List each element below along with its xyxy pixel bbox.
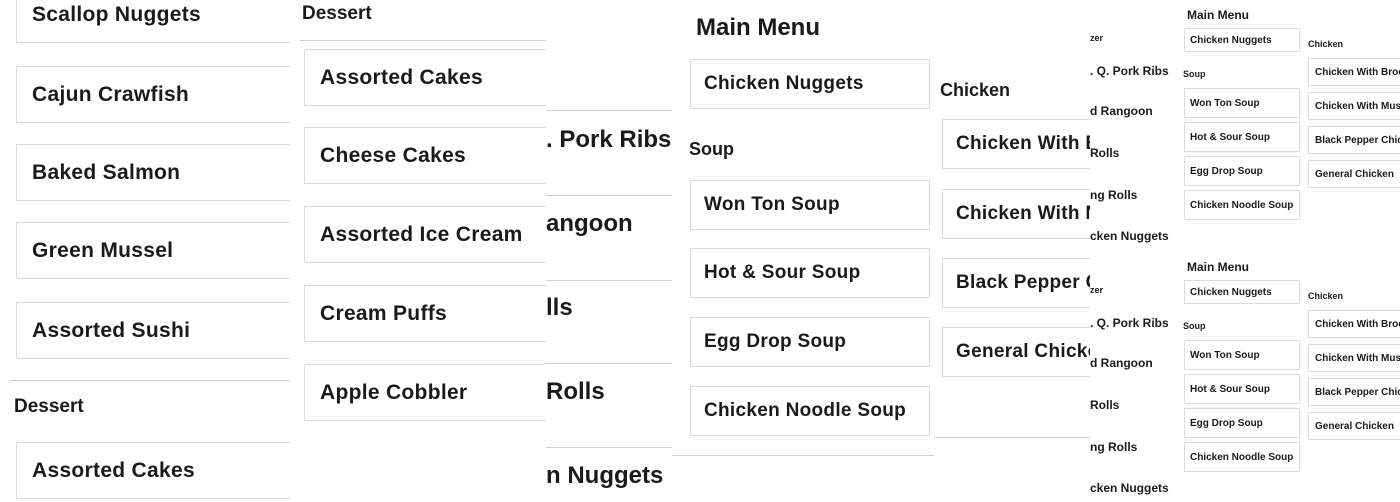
divider (300, 40, 546, 41)
menu-item[interactable]: Assorted Sushi (16, 302, 300, 359)
menu-item[interactable]: Cajun Crawfish (16, 66, 300, 123)
menu-item[interactable]: Cheese Cakes (304, 127, 546, 184)
menu-item[interactable]: General Chicken (1308, 412, 1400, 440)
divider (10, 380, 300, 381)
page-title: Main Menu (1187, 260, 1249, 274)
menu-item[interactable]: Chicken Noodle Soup (690, 386, 930, 436)
menu-item[interactable]: d Rangoon (1090, 356, 1178, 370)
menu-item[interactable]: . Q. Pork Ribs (1090, 316, 1178, 330)
menu-item[interactable]: Hot & Sour Soup (1184, 374, 1300, 404)
section-heading-soup: Soup (1183, 69, 1206, 79)
menu-item[interactable]: Assorted Cakes (304, 49, 546, 106)
section-heading-soup: Soup (689, 139, 734, 159)
menu-item[interactable]: n Nuggets (546, 462, 663, 490)
menu-item[interactable]: General Chicken (1308, 160, 1400, 188)
menu-item[interactable]: Chicken Nuggets (1184, 280, 1300, 304)
menu-item[interactable]: Assorted Cakes (16, 442, 300, 499)
menu-panel-thumbnail: Main Menu zer . Q. Pork Ribs d Rangoon R… (1090, 0, 1400, 250)
menu-item[interactable]: . Pork Ribs (546, 126, 671, 154)
menu-item[interactable]: cken Nuggets (1090, 229, 1178, 243)
section-heading-chicken: Chicken (1308, 39, 1344, 49)
menu-item[interactable]: cken Nuggets (1090, 481, 1178, 495)
menu-item[interactable]: Assorted Ice Cream (304, 206, 546, 263)
menu-item[interactable]: Chicken With Broc (1308, 58, 1400, 86)
menu-item[interactable]: Chicken Nuggets (1184, 28, 1300, 52)
menu-item[interactable]: Won Ton Soup (690, 180, 930, 230)
menu-panel-chicken: Chicken Chicken With B Chicken With M Bl… (934, 0, 1090, 500)
menu-item[interactable]: Chicken Nuggets (690, 59, 930, 109)
menu-item[interactable]: Chicken With Mush (1308, 344, 1400, 372)
menu-item[interactable]: Chicken With M (942, 189, 1090, 239)
menu-panel-appetizer-cropped: . Pork Ribs angoon lls Rolls n Nuggets (546, 0, 672, 500)
menu-item[interactable]: Rolls (1090, 398, 1178, 412)
menu-item[interactable]: Green Mussel (16, 222, 300, 279)
section-heading-dessert: Dessert (14, 396, 84, 417)
divider (546, 280, 672, 281)
menu-item[interactable]: Black Pepper C (942, 258, 1090, 308)
divider (546, 195, 672, 196)
menu-item[interactable]: d Rangoon (1090, 104, 1178, 118)
menu-item[interactable]: Rolls (546, 378, 605, 406)
menu-item[interactable]: Hot & Sour Soup (690, 248, 930, 298)
menu-item[interactable]: General Chicke (942, 327, 1090, 377)
menu-item[interactable]: lls (546, 294, 573, 322)
menu-item[interactable]: Chicken With Mush (1308, 92, 1400, 120)
menu-item[interactable]: Cream Puffs (304, 285, 546, 342)
divider (546, 110, 672, 111)
menu-item[interactable]: Egg Drop Soup (1184, 408, 1300, 438)
menu-item[interactable]: angoon (546, 210, 633, 238)
page-title: Main Menu (1187, 8, 1249, 22)
section-heading-chicken: Chicken (940, 80, 1011, 100)
menu-item[interactable]: . Q. Pork Ribs (1090, 64, 1178, 78)
menu-item[interactable]: Black Pepper Chic (1308, 126, 1400, 154)
menu-item[interactable]: zer (1090, 285, 1178, 295)
menu-item[interactable]: ng Rolls (1090, 188, 1178, 202)
menu-item[interactable]: Hot & Sour Soup (1184, 122, 1300, 152)
menu-item[interactable]: Chicken With Broc (1308, 310, 1400, 338)
divider (934, 437, 1090, 438)
menu-panel-thumbnail: Main Menu zer . Q. Pork Ribs d Rangoon R… (1090, 252, 1400, 502)
menu-item[interactable]: Won Ton Soup (1184, 340, 1300, 370)
menu-item[interactable]: Chicken Noodle Soup (1184, 190, 1300, 220)
menu-item[interactable]: Apple Cobbler (304, 364, 546, 421)
menu-item[interactable]: ng Rolls (1090, 440, 1178, 454)
menu-item[interactable]: Baked Salmon (16, 144, 300, 201)
section-heading-soup: Soup (1183, 321, 1206, 331)
menu-panel-seafood: zomato Scallop Nuggets Cajun Crawfish Ba… (0, 0, 300, 500)
menu-item[interactable]: zer (1090, 33, 1178, 43)
menu-item[interactable]: Egg Drop Soup (1184, 156, 1300, 186)
menu-item[interactable]: Won Ton Soup (1184, 88, 1300, 118)
menu-item[interactable]: Scallop Nuggets (16, 0, 300, 43)
menu-item[interactable]: Chicken Noodle Soup (1184, 442, 1300, 472)
divider (546, 447, 672, 448)
menu-item[interactable]: Rolls (1090, 146, 1178, 160)
menu-item[interactable]: Black Pepper Chic (1308, 378, 1400, 406)
divider (546, 363, 672, 364)
divider (672, 455, 934, 456)
menu-panel-main-soup: zomato Main Menu Chicken Nuggets Soup Wo… (672, 0, 934, 500)
section-heading-chicken: Chicken (1308, 291, 1344, 301)
menu-panel-dessert: Dessert Assorted Cakes Cheese Cakes Asso… (290, 0, 546, 500)
page-title: Main Menu (696, 14, 820, 41)
menu-item[interactable]: Chicken With B (942, 119, 1090, 169)
section-heading-dessert: Dessert (302, 3, 372, 24)
menu-item[interactable]: Egg Drop Soup (690, 317, 930, 367)
